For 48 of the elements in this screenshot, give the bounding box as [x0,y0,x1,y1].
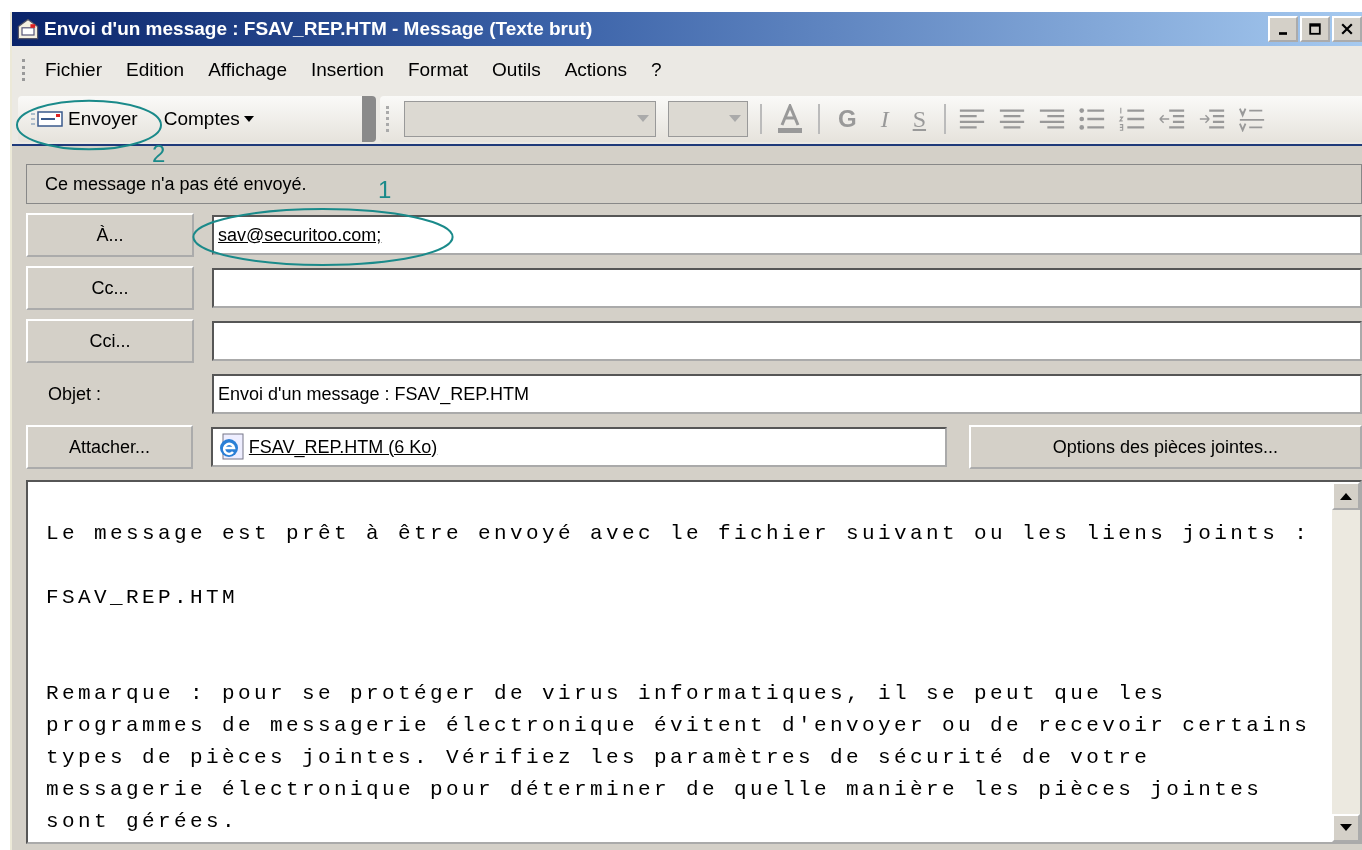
grip-handle[interactable] [22,59,28,81]
annotation-number: 1 [378,176,392,204]
align-right-icon[interactable] [1038,106,1067,132]
maximize-icon [1309,23,1321,35]
close-button[interactable] [1332,16,1362,42]
line-style-icon[interactable] [1238,106,1267,132]
font-size-dropdown[interactable] [668,101,748,137]
align-center-icon[interactable] [998,106,1027,132]
menu-item[interactable]: Insertion [304,57,391,83]
close-icon [1341,23,1353,35]
align-left-icon[interactable] [958,106,987,132]
minimize-button[interactable] [1268,16,1298,42]
input-field[interactable] [212,268,1362,308]
caret-icon [637,115,649,123]
subject-label: Objet : [47,383,103,405]
menu-item[interactable]: Fichier [38,57,109,83]
menu-item[interactable]: Affichage [201,57,294,83]
envelope-icon [30,110,64,128]
scrollbar[interactable] [1332,482,1360,842]
attachment-options-button[interactable]: Options des pièces jointes... [968,425,1362,469]
envelope-icon [16,17,40,41]
menu-item[interactable]: Format [400,57,476,83]
numbered-list-icon[interactable] [1118,106,1147,132]
window-title: Envoi d'un message : FSAV_REP.HTM - Message (Texte brut) [44,18,594,40]
annotation-number: 2 [152,140,166,168]
increase-indent-icon[interactable] [1198,106,1227,132]
scroll-up-icon[interactable] [1332,482,1360,510]
input-field[interactable]: sav@securitoo.com; [212,215,1362,255]
caret-icon [243,116,254,122]
menu-item[interactable]: ? [643,57,669,83]
bullet-list-icon[interactable] [1078,106,1107,132]
address-button[interactable]: Cc... [26,266,194,310]
attachment-link[interactable]: FSAV_REP.HTM (6 Ko) [248,436,438,458]
address-button[interactable]: Cci... [26,319,194,363]
attach-button[interactable]: Attacher... [26,425,193,469]
menu-item[interactable]: Actions [557,57,634,83]
maximize-button[interactable] [1300,16,1330,42]
input-field[interactable]: Envoi d'un message : FSAV_REP.HTM [212,374,1362,414]
minimize-icon [1279,31,1287,35]
menu-item[interactable]: Outils [485,57,548,83]
scroll-down-icon[interactable] [1332,814,1360,842]
caret-icon [729,115,741,123]
font-dropdown[interactable] [404,101,656,137]
input-field[interactable] [212,321,1362,361]
address-button[interactable]: À... [26,213,194,257]
accounts-dropdown[interactable]: Comptes [159,104,258,134]
menu-item[interactable]: Edition [119,57,192,83]
decrease-indent-icon[interactable] [1158,106,1187,132]
